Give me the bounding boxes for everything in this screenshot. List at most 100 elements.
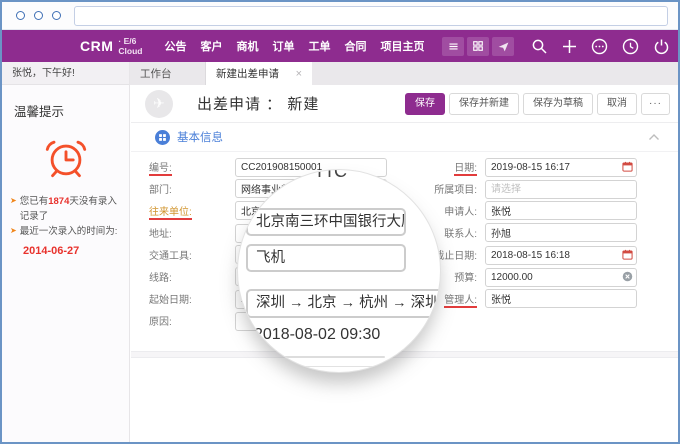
nav-item-work-orders[interactable]: 工单 (308, 38, 330, 54)
window-control-icon[interactable] (52, 11, 61, 20)
tips-list: ➤ 您已有1874天没有录入记录了 ➤ 最近一次录入的时间为: 2014-06-… (10, 194, 123, 260)
power-icon[interactable] (653, 38, 670, 55)
tab-label: 新建出差申请 (216, 66, 279, 81)
send-button[interactable] (492, 37, 514, 56)
applicant-input[interactable] (485, 201, 637, 220)
nav-item-customers[interactable]: 客户 (200, 38, 222, 54)
chevron-up-icon (648, 133, 660, 141)
field-deadline: 截止日期: (417, 245, 655, 264)
nav-item-orders[interactable]: 订单 (272, 38, 294, 54)
magnified-account-value: 北京南三环中国银行大厦 (246, 208, 406, 236)
field-label: 往来单位: (149, 207, 192, 220)
field-label: 原因: (149, 313, 235, 328)
app-header: CRM · E/6 Cloud 公告 客户 商机 订单 工单 合同 项目主页 (2, 30, 678, 62)
brand-suffix: · E/6 Cloud (118, 36, 142, 56)
header-actions (517, 38, 670, 55)
magnified-field-edge (271, 366, 375, 367)
field-budget: 预算: (417, 267, 655, 286)
last-entry-date: 2014-06-27 (23, 243, 123, 261)
field-label: 日期: (454, 163, 477, 176)
sidebar: 张悦，下午好! 温馨提示 ➤ 您已有1874天没有录入记录了 ➤ 最近一次录入的… (2, 62, 130, 442)
form-column-right: 日期: 所属项目: 申请人: 联系人: 截止日期: (417, 157, 655, 311)
search-icon[interactable] (531, 38, 548, 55)
add-icon[interactable] (562, 39, 577, 54)
magnified-transport-value: 飞机 (246, 244, 406, 272)
hamburger-icon (447, 40, 460, 53)
field-project: 所属项目: (417, 179, 655, 198)
window-control-icon[interactable] (16, 11, 25, 20)
save-and-new-button[interactable]: 保存并新建 (449, 93, 519, 115)
section-header-basic-info: 基本信息 (131, 123, 678, 152)
save-as-draft-button[interactable]: 保存为草稿 (523, 93, 593, 115)
tip-text: 您已有1874天没有录入记录了 (20, 194, 123, 224)
field-label: 交通工具: (149, 247, 235, 262)
calendar-icon[interactable] (622, 249, 633, 260)
main-nav: 公告 客户 商机 订单 工单 合同 项目主页 (164, 38, 438, 54)
window-control-icon[interactable] (34, 11, 43, 20)
contact-input[interactable] (485, 223, 637, 242)
section-grid-icon (155, 130, 170, 145)
field-label: 地址: (149, 225, 235, 240)
tip-text: 最近一次录入的时间为: (20, 224, 118, 239)
magnifier-overlay: TIC 北京南三环中国银行大厦 飞机 深圳 → 北京 → 杭州 → 深圳 201… (237, 169, 441, 373)
project-select[interactable] (485, 180, 637, 199)
budget-input[interactable] (485, 268, 637, 287)
magnified-clipped-text: TIC (314, 169, 349, 182)
tip-item: ➤ 最近一次录入的时间为: (10, 224, 123, 239)
tab-new-trip-request[interactable]: 新建出差申请 × (206, 62, 312, 85)
page-title: 出差申请 ： 新建 (197, 93, 319, 114)
tab-workbench[interactable]: 工作台 (130, 62, 206, 85)
airplane-icon: ✈ (153, 95, 165, 112)
bullet-arrow-icon: ➤ (10, 195, 17, 224)
field-label: 起始日期: (149, 291, 235, 306)
list-view-button[interactable] (442, 37, 464, 56)
more-actions-button[interactable]: ··· (641, 93, 670, 115)
manager-input[interactable] (485, 289, 637, 308)
nav-item-announcements[interactable]: 公告 (164, 38, 186, 54)
form-header: ✈ 出差申请 ： 新建 保存 保存并新建 保存为草稿 取消 ··· (131, 85, 678, 123)
deadline-input[interactable] (485, 246, 637, 265)
field-label: 管理人: (444, 295, 477, 308)
trip-avatar: ✈ (145, 90, 173, 118)
browser-window: CRM · E/6 Cloud 公告 客户 商机 订单 工单 合同 项目主页 工… (0, 0, 680, 444)
paper-plane-icon (497, 40, 510, 53)
action-buttons: 保存 保存并新建 保存为草稿 取消 ··· (401, 93, 670, 115)
field-label: 所属项目: (417, 181, 485, 196)
clear-icon[interactable] (622, 271, 633, 282)
calendar-icon[interactable] (622, 161, 633, 172)
nav-item-contracts[interactable]: 合同 (344, 38, 366, 54)
grid-icon (472, 40, 484, 52)
magnified-field-edge (261, 356, 385, 358)
days-count: 1874 (48, 196, 69, 207)
address-bar-input[interactable] (74, 6, 668, 26)
tip-item: ➤ 您已有1874天没有录入记录了 (10, 194, 123, 224)
date-input[interactable] (485, 158, 637, 177)
section-divider (131, 351, 678, 358)
tips-title: 温馨提示 (14, 101, 129, 120)
magnified-start-date-value: 2018-08-02 09:30 (254, 326, 380, 344)
field-label: 部门: (149, 181, 235, 196)
collapse-section-button[interactable] (648, 133, 660, 141)
nav-item-project-home[interactable]: 项目主页 (380, 38, 424, 54)
nav-item-opportunities[interactable]: 商机 (236, 38, 258, 54)
grid-view-button[interactable] (467, 37, 489, 56)
alarm-clock-icon (43, 134, 89, 182)
save-button[interactable]: 保存 (405, 93, 445, 115)
field-label: 编号: (149, 163, 172, 176)
field-contact: 联系人: (417, 223, 655, 242)
field-applicant: 申请人: (417, 201, 655, 220)
close-tab-icon[interactable]: × (296, 68, 302, 80)
field-label: 线路: (149, 269, 235, 284)
field-manager: 管理人: (417, 289, 655, 308)
section-title: 基本信息 (177, 129, 223, 145)
field-date: 日期: (417, 157, 655, 176)
tab-label: 工作台 (140, 66, 172, 81)
more-options-icon[interactable] (591, 38, 608, 55)
greeting-text: 张悦，下午好! (2, 62, 129, 85)
tab-bar: 工作台 新建出差申请 × (130, 62, 678, 85)
history-clock-icon[interactable] (622, 38, 639, 55)
cancel-button[interactable]: 取消 (597, 93, 637, 115)
brand-name: CRM (80, 38, 113, 54)
field-label: 申请人: (417, 203, 485, 218)
bullet-arrow-icon: ➤ (10, 225, 17, 239)
